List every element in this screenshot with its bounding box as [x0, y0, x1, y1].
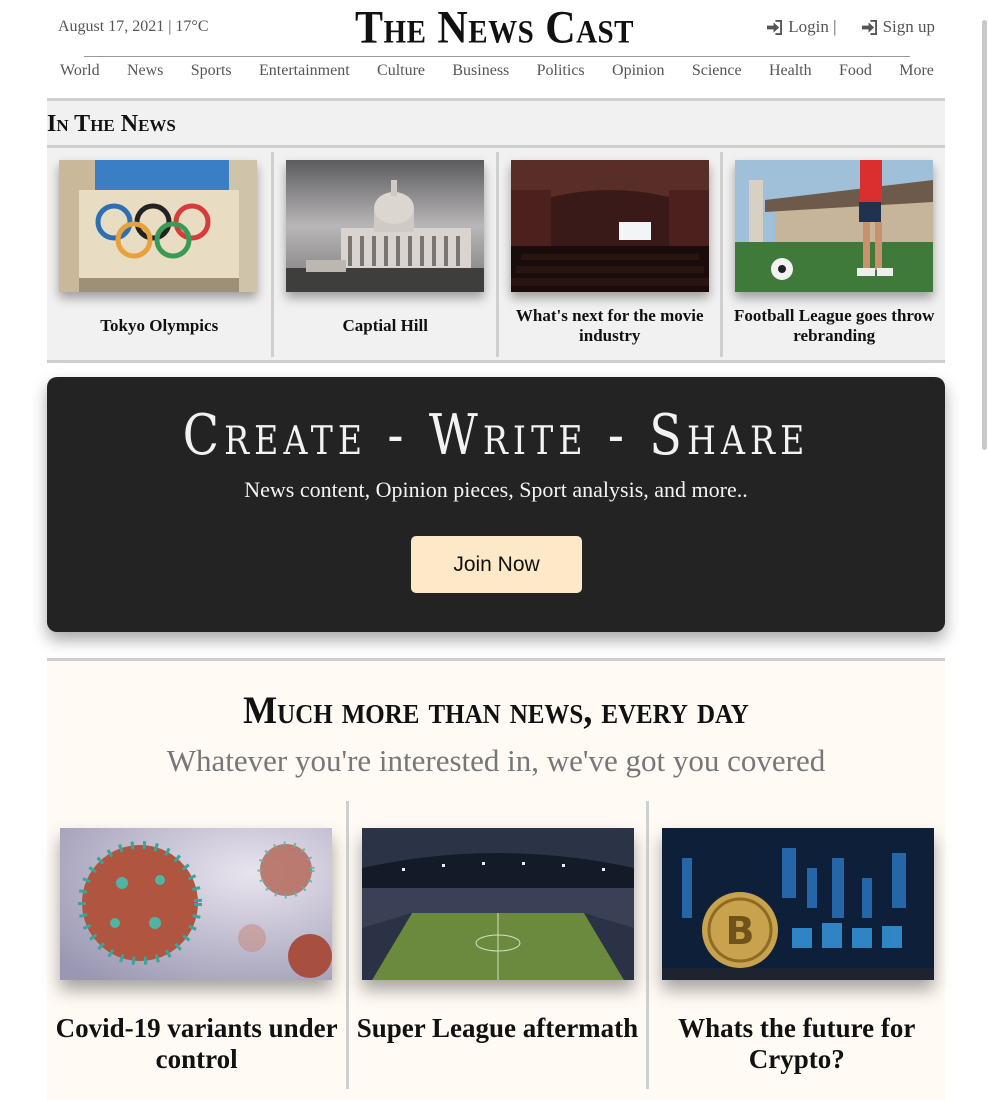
- create-write-share-banner: Create - Write - Share News content, Opi…: [47, 377, 945, 632]
- nav-item-news[interactable]: News: [127, 62, 163, 80]
- stadium-image[interactable]: [362, 828, 635, 980]
- nav-item-opinion[interactable]: Opinion: [612, 62, 664, 80]
- cta-title: Create - Write - Share: [182, 403, 810, 468]
- news-card[interactable]: Tokyo Olympics: [47, 152, 271, 357]
- virus-image[interactable]: [60, 828, 332, 980]
- movie-theater-image[interactable]: [510, 160, 709, 292]
- sign-in-icon: [861, 19, 877, 35]
- news-caption[interactable]: Tokyo Olympics: [52, 304, 266, 348]
- bitcoin-image[interactable]: B: [661, 828, 934, 980]
- news-divider: [47, 145, 945, 148]
- news-caption[interactable]: What's next for the movie industry: [504, 304, 716, 348]
- olympic-rings-image[interactable]: [59, 160, 257, 292]
- signup-label: Sign up: [882, 17, 935, 36]
- svg-text:B: B: [725, 909, 754, 953]
- news-card[interactable]: Captial Hill: [271, 152, 496, 357]
- feature-card[interactable]: B Whats the future for Crypto?: [645, 801, 945, 1089]
- more-subtitle: Whatever you're interested in, we've got…: [166, 743, 826, 778]
- page-scrollbar[interactable]: [981, 0, 989, 1100]
- main-nav: World News Sports Entertainment Culture …: [60, 62, 934, 80]
- feature-caption[interactable]: Super League aftermath: [354, 1013, 640, 1044]
- scrollbar-thumb[interactable]: [982, 20, 987, 450]
- more-than-news-section: Much more than news, every day Whatever …: [47, 658, 945, 1100]
- nav-item-science[interactable]: Science: [692, 62, 742, 80]
- feature-caption[interactable]: Whats the future for Crypto?: [654, 1013, 940, 1075]
- feature-card[interactable]: Covid-19 variants under control: [47, 801, 346, 1089]
- nav-item-world[interactable]: World: [60, 62, 100, 80]
- nav-item-health[interactable]: Health: [769, 62, 812, 80]
- header-divider: [84, 56, 910, 57]
- nav-item-sports[interactable]: Sports: [191, 62, 232, 80]
- news-caption[interactable]: Captial Hill: [279, 304, 491, 348]
- nav-item-food[interactable]: Food: [839, 62, 872, 80]
- nav-item-entertainment[interactable]: Entertainment: [259, 62, 350, 80]
- login-link[interactable]: Login |: [766, 17, 837, 37]
- cta-subtitle: News content, Opinion pieces, Sport anal…: [244, 477, 748, 502]
- sign-in-icon: [767, 19, 783, 35]
- site-header: August 17, 2021 | 17°C The News Cast Log…: [0, 0, 989, 56]
- feature-cards: Covid-19 variants under control Super Le…: [47, 801, 945, 1100]
- nav-item-business[interactable]: Business: [452, 62, 509, 80]
- join-now-button[interactable]: Join Now: [411, 536, 582, 593]
- feature-caption[interactable]: Covid-19 variants under control: [52, 1013, 341, 1075]
- in-the-news-title: In The News: [47, 111, 176, 137]
- news-card[interactable]: What's next for the movie industry: [495, 152, 721, 357]
- news-card[interactable]: Football League goes throw rebranding: [720, 152, 945, 357]
- more-title: Much more than news, every day: [243, 688, 749, 732]
- nav-item-politics[interactable]: Politics: [537, 62, 585, 80]
- capitol-building-image[interactable]: [286, 160, 485, 292]
- nav-item-more[interactable]: More: [899, 62, 934, 80]
- login-label: Login |: [788, 17, 837, 36]
- in-the-news-section: In The News Tokyo Olympics Captial Hill …: [47, 98, 945, 363]
- football-player-image[interactable]: [735, 160, 934, 292]
- feature-card[interactable]: Super League aftermath: [346, 801, 645, 1089]
- news-cards: Tokyo Olympics Captial Hill What's next …: [47, 152, 945, 357]
- signup-link[interactable]: Sign up: [861, 17, 935, 37]
- auth-links: Login | Sign up: [766, 17, 935, 37]
- news-caption[interactable]: Football League goes throw rebranding: [728, 304, 940, 348]
- nav-item-culture[interactable]: Culture: [377, 62, 425, 80]
